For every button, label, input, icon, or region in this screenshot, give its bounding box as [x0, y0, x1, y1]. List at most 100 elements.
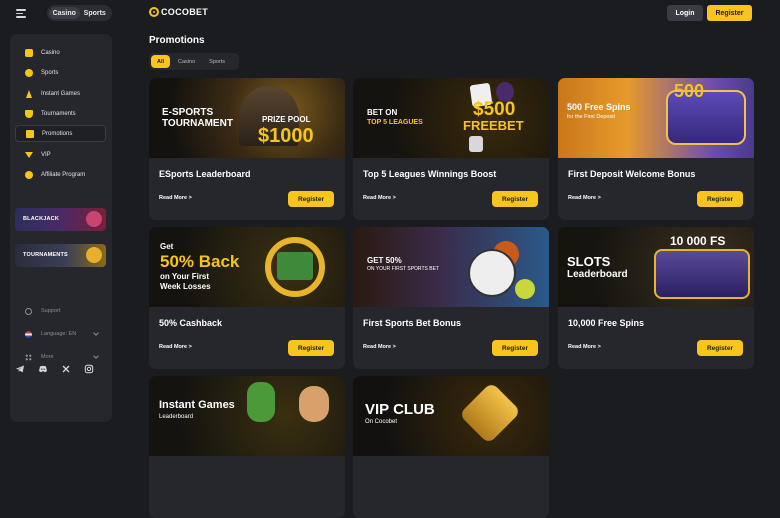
image-text: TOP 5 LEAGUES: [367, 119, 423, 126]
promo-card-esports[interactable]: E-SPORTS TOURNAMENT PRIZE POOL $1000 ESp…: [149, 78, 345, 220]
trophy-icon: [86, 247, 102, 263]
image-text: FREEBET: [463, 118, 524, 133]
menu-icon[interactable]: [16, 9, 26, 18]
language-select[interactable]: Language: EN: [15, 327, 106, 341]
logo[interactable]: COCOBET: [149, 7, 208, 17]
image-text: for the First Deposit: [567, 114, 615, 120]
image-text: On Cocobet: [365, 419, 398, 425]
rocket-icon: [25, 89, 33, 98]
sidebar-item-label: Affiliate Program: [41, 171, 86, 178]
image-text: Get: [160, 242, 174, 251]
headset-icon: [25, 307, 32, 315]
promo-card-first-sports-bet[interactable]: GET 50% ON YOUR FIRST SPORTS BET First S…: [353, 227, 549, 369]
promo-card-top5[interactable]: BET ON TOP 5 LEAGUES $500 FREEBET Top 5 …: [353, 78, 549, 220]
register-button[interactable]: Register: [288, 191, 334, 207]
banner-label: BLACKJACK: [23, 216, 60, 222]
image-text: VIP CLUB: [365, 401, 435, 418]
promo-image: 10 000 FS SLOTS Leaderboard: [558, 227, 754, 307]
image-text: GET 50%: [367, 256, 402, 265]
ball-icon: [25, 68, 33, 77]
switch-casino[interactable]: Casino: [49, 7, 80, 19]
register-button[interactable]: Register: [697, 340, 743, 356]
image-text: ON YOUR FIRST SPORTS BET: [367, 266, 439, 272]
page-title: Promotions: [149, 35, 205, 46]
football-icon: [468, 249, 516, 297]
promo-image: Instant Games Leaderboard: [149, 376, 345, 456]
read-more-link[interactable]: Read More >: [159, 344, 192, 350]
promo-card-instant-games[interactable]: Instant Games Leaderboard: [149, 376, 345, 518]
social-links: [15, 364, 94, 374]
dots-icon: [25, 353, 32, 361]
image-text: Instant Games: [159, 399, 235, 411]
tournaments-banner[interactable]: TOURNAMENTS: [15, 244, 106, 267]
instagram-icon[interactable]: [84, 364, 94, 374]
read-more-link[interactable]: Read More >: [363, 344, 396, 350]
sidebar-item-promotions[interactable]: Promotions: [15, 125, 106, 142]
register-button[interactable]: Register: [707, 5, 752, 21]
filter-casino[interactable]: Casino: [172, 55, 201, 68]
promo-card-free-spins[interactable]: 10 000 FS SLOTS Leaderboard 10,000 Free …: [558, 227, 754, 369]
dino-character-art: [247, 382, 275, 422]
blackjack-banner[interactable]: BLACKJACK: [15, 208, 106, 231]
register-button[interactable]: Register: [492, 340, 538, 356]
vip-badge-icon: [458, 381, 522, 445]
chevron-down-icon: [93, 330, 99, 336]
sidebar-item-label: Casino: [41, 49, 60, 56]
promo-title: ESports Leaderboard: [159, 169, 251, 179]
support-label: Support: [41, 308, 61, 314]
read-more-link[interactable]: Read More >: [159, 195, 192, 201]
telegram-icon[interactable]: [15, 364, 25, 374]
promo-image: BET ON TOP 5 LEAGUES $500 FREEBET: [353, 78, 549, 158]
register-button[interactable]: Register: [697, 191, 743, 207]
read-more-link[interactable]: Read More >: [568, 195, 601, 201]
money-icon: [277, 252, 313, 280]
image-text: BET ON: [367, 108, 398, 117]
promo-card-vip-club[interactable]: VIP CLUB On Cocobet: [353, 376, 549, 518]
monkey-character-art: [299, 386, 329, 422]
filter-all[interactable]: All: [151, 55, 171, 68]
logo-icon: [149, 7, 159, 17]
sidebar-item-casino[interactable]: Casino: [15, 44, 106, 61]
more-menu[interactable]: More: [15, 350, 106, 364]
sidebar-item-affiliate[interactable]: Affiliate Program: [15, 166, 106, 183]
league-logo-icon: [469, 136, 483, 152]
support-link[interactable]: Support: [15, 304, 106, 318]
image-text: Week Losses: [160, 282, 211, 291]
top-bar: Casino Sports COCOBET Login Register: [0, 0, 780, 27]
filter-sports[interactable]: Sports: [203, 55, 231, 68]
sidebar-item-vip[interactable]: VIP: [15, 146, 106, 163]
read-more-link[interactable]: Read More >: [568, 344, 601, 350]
promo-filters: All Casino Sports: [149, 53, 239, 70]
promo-title: First Deposit Welcome Bonus: [568, 169, 696, 179]
switch-sports[interactable]: Sports: [80, 7, 111, 19]
slot-reels-art: [654, 249, 750, 299]
read-more-link[interactable]: Read More >: [363, 195, 396, 201]
promo-card-first-deposit[interactable]: 500 500 Free Spins for the First Deposit…: [558, 78, 754, 220]
promo-image: VIP CLUB On Cocobet: [353, 376, 549, 456]
sidebar-item-tournaments[interactable]: Tournaments: [15, 105, 106, 122]
language-label: Language: EN: [41, 331, 77, 337]
trophy-icon: [25, 109, 33, 118]
chip-icon: [86, 211, 102, 227]
login-button[interactable]: Login: [667, 5, 703, 21]
register-button[interactable]: Register: [492, 191, 538, 207]
image-text: 500: [674, 81, 705, 101]
discord-icon[interactable]: [38, 364, 48, 374]
sidebar-item-label: Promotions: [42, 130, 73, 137]
promo-card-cashback[interactable]: Get 50% Back on Your First Week Losses 5…: [149, 227, 345, 369]
promo-image: Get 50% Back on Your First Week Losses: [149, 227, 345, 307]
register-button[interactable]: Register: [288, 340, 334, 356]
sidebar-item-sports[interactable]: Sports: [15, 64, 106, 81]
image-text: Leaderboard: [159, 414, 194, 420]
sidebar-item-label: VIP: [41, 151, 51, 158]
tennis-ball-icon: [515, 279, 535, 299]
image-text: TOURNAMENT: [162, 118, 233, 129]
sidebar-item-instant-games[interactable]: Instant Games: [15, 85, 106, 102]
flag-icon: [25, 330, 32, 338]
sidebar-item-label: Instant Games: [41, 90, 81, 97]
chevron-down-icon: [93, 353, 99, 359]
image-text: 10 000 FS: [670, 234, 726, 248]
x-icon[interactable]: [61, 364, 71, 374]
image-text: $1000: [258, 125, 314, 147]
cards-icon: [25, 48, 33, 57]
